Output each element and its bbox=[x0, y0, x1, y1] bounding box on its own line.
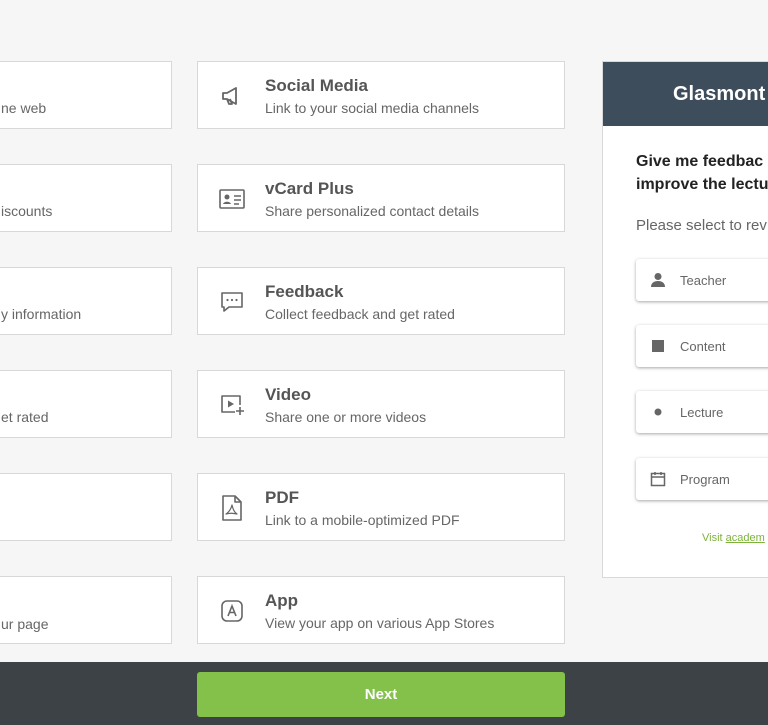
option-content[interactable]: Content bbox=[636, 325, 768, 367]
visit-link[interactable]: Visit academ bbox=[702, 532, 765, 544]
card-vcard-plus[interactable]: vCard Plus Share personalized contact de… bbox=[197, 164, 565, 232]
card-title: vCard Plus bbox=[265, 179, 354, 198]
card-description: View your app on various App Stores bbox=[265, 615, 495, 631]
next-button[interactable]: Next bbox=[197, 672, 565, 717]
left-card-1[interactable]: ne web bbox=[0, 61, 172, 129]
card-description: Link to a mobile-optimized PDF bbox=[265, 512, 460, 528]
app-icon bbox=[218, 597, 246, 625]
left-card-6[interactable]: ur page bbox=[0, 576, 172, 644]
card-description: Share personalized contact details bbox=[265, 203, 480, 219]
visit-prefix: Visit bbox=[702, 532, 726, 544]
option-teacher[interactable]: Teacher bbox=[636, 259, 768, 301]
person-icon bbox=[650, 272, 666, 288]
megaphone-icon bbox=[218, 82, 246, 110]
visit-url[interactable]: academ bbox=[726, 532, 765, 544]
square-icon bbox=[650, 338, 666, 354]
preview-question: Give me feedbac improve the lectu bbox=[636, 150, 768, 196]
card-title: Social Media bbox=[265, 76, 368, 95]
preview-header: Glasmont bbox=[603, 62, 768, 126]
option-lecture[interactable]: Lecture bbox=[636, 391, 768, 433]
card-description: Collect feedback and get rated bbox=[265, 306, 455, 322]
card-title: PDF bbox=[265, 488, 299, 507]
left-card-3[interactable]: y information bbox=[0, 267, 172, 335]
phone-preview: Glasmont Give me feedbac improve the lec… bbox=[602, 61, 768, 578]
pdf-icon bbox=[218, 494, 246, 522]
card-description: iscounts bbox=[1, 203, 53, 219]
card-app[interactable]: App View your app on various App Stores bbox=[197, 576, 565, 644]
chat-bubble-icon bbox=[218, 288, 246, 316]
card-description: Share one or more videos bbox=[265, 409, 427, 425]
card-social-media[interactable]: Social Media Link to your social media c… bbox=[197, 61, 565, 129]
card-description: Link to your social media channels bbox=[265, 100, 480, 116]
card-description: y information bbox=[1, 306, 82, 322]
option-label: Teacher bbox=[680, 272, 727, 288]
card-pdf[interactable]: PDF Link to a mobile-optimized PDF bbox=[197, 473, 565, 541]
card-feedback[interactable]: Feedback Collect feedback and get rated bbox=[197, 267, 565, 335]
calendar-icon bbox=[650, 471, 666, 487]
option-label: Lecture bbox=[680, 404, 724, 420]
option-label: Program bbox=[680, 471, 730, 487]
preview-question-line: improve the lectu bbox=[636, 176, 768, 193]
card-description: ne web bbox=[1, 100, 47, 116]
card-title: Video bbox=[265, 385, 311, 404]
left-card-5[interactable] bbox=[0, 473, 172, 541]
dot-icon bbox=[650, 404, 666, 420]
card-title: Feedback bbox=[265, 282, 344, 301]
option-program[interactable]: Program bbox=[636, 458, 768, 500]
card-description: ur page bbox=[1, 616, 49, 632]
preview-subtitle: Please select to rev bbox=[636, 217, 767, 234]
video-icon bbox=[218, 391, 246, 419]
option-label: Content bbox=[680, 338, 726, 354]
card-video[interactable]: Video Share one or more videos bbox=[197, 370, 565, 438]
left-card-2[interactable]: iscounts bbox=[0, 164, 172, 232]
left-card-4[interactable]: et rated bbox=[0, 370, 172, 438]
card-description: et rated bbox=[1, 409, 49, 425]
card-title: App bbox=[265, 591, 299, 610]
vcard-icon bbox=[218, 185, 246, 213]
preview-question-line: Give me feedbac bbox=[636, 153, 764, 170]
